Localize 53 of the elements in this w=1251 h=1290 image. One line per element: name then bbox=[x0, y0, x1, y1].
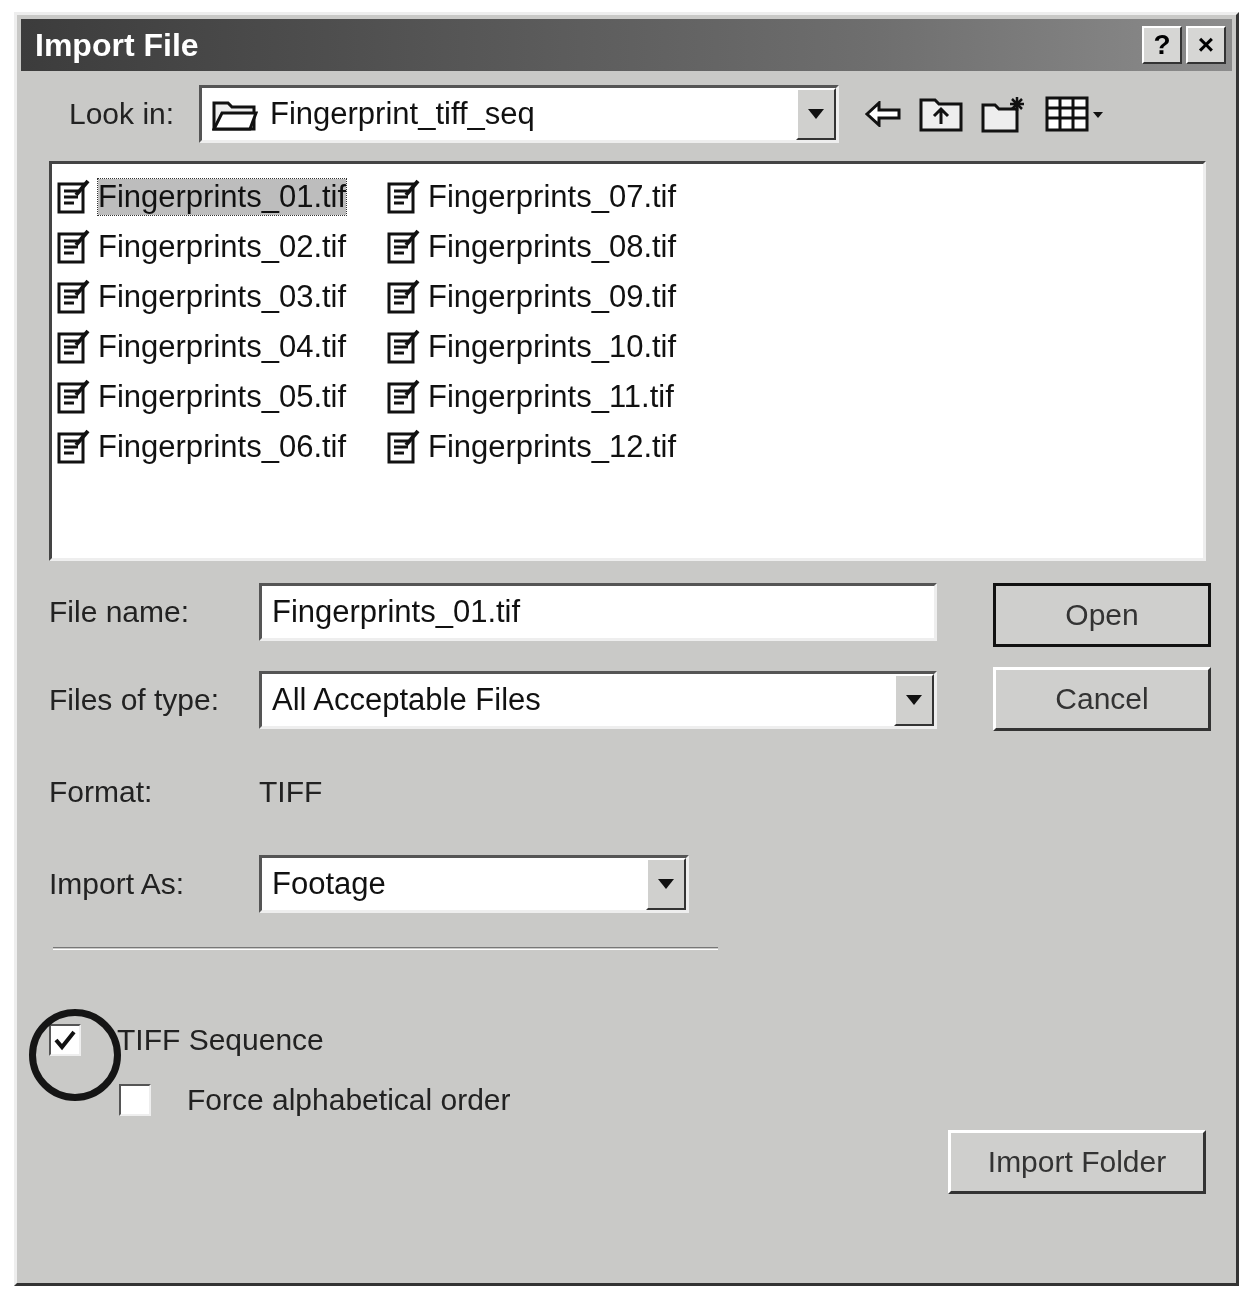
document-icon bbox=[386, 179, 420, 215]
import-folder-button[interactable]: Import Folder bbox=[948, 1130, 1206, 1194]
field-label: File name: bbox=[49, 595, 191, 629]
document-icon bbox=[386, 429, 420, 465]
field-label: Import As: bbox=[49, 867, 186, 901]
file-item[interactable]: Fingerprints_08.tif bbox=[428, 229, 677, 265]
open-button[interactable]: Open bbox=[993, 583, 1211, 647]
help-button[interactable]: ? bbox=[1142, 26, 1182, 64]
file-item[interactable]: Fingerprints_09.tif bbox=[428, 279, 677, 315]
file-item[interactable]: Fingerprints_05.tif bbox=[98, 379, 347, 415]
format-value: TIFF bbox=[259, 775, 323, 809]
document-icon bbox=[56, 279, 90, 315]
document-icon bbox=[386, 329, 420, 365]
dropdown-arrow-icon bbox=[658, 879, 674, 889]
up-folder-icon[interactable] bbox=[919, 96, 963, 132]
document-icon bbox=[56, 329, 90, 365]
field-label: Look in: bbox=[68, 97, 176, 131]
checkbox[interactable] bbox=[49, 1024, 81, 1056]
dropdown-arrow-icon bbox=[808, 109, 824, 119]
document-icon bbox=[386, 229, 420, 265]
document-icon bbox=[386, 379, 420, 415]
document-icon bbox=[56, 179, 90, 215]
dropdown-arrow-icon bbox=[906, 695, 922, 705]
new-folder-icon[interactable] bbox=[981, 95, 1027, 133]
dropdown-button[interactable] bbox=[646, 858, 686, 910]
field-label: Format: bbox=[49, 775, 154, 809]
file-item[interactable]: Fingerprints_10.tif bbox=[428, 329, 677, 365]
folder-dropdown[interactable]: Fingerprint_tiff_seq bbox=[199, 85, 839, 143]
file-item[interactable]: Fingerprints_12.tif bbox=[428, 429, 677, 465]
dropdown-button[interactable] bbox=[894, 674, 934, 726]
dropdown-button[interactable] bbox=[796, 88, 836, 140]
checkbox-label: Force alphabetical order bbox=[187, 1083, 511, 1117]
checkbox-label: TIFF Sequence bbox=[117, 1023, 324, 1057]
file-item[interactable]: Fingerprints_02.tif bbox=[98, 229, 347, 265]
cancel-button[interactable]: Cancel bbox=[993, 667, 1211, 731]
file-name-field[interactable]: Fingerprints_01.tif bbox=[259, 583, 937, 641]
close-button[interactable]: × bbox=[1186, 26, 1226, 64]
back-arrow-icon[interactable] bbox=[865, 101, 901, 127]
file-type-dropdown[interactable]: All Acceptable Files bbox=[259, 671, 937, 729]
file-item[interactable]: Fingerprints_04.tif bbox=[98, 329, 347, 365]
file-item[interactable]: Fingerprints_11.tif bbox=[428, 379, 674, 415]
file-item[interactable]: Fingerprints_03.tif bbox=[98, 279, 347, 315]
import-as-dropdown[interactable]: Footage bbox=[259, 855, 689, 913]
file-item[interactable]: Fingerprints_07.tif bbox=[428, 179, 677, 215]
document-icon bbox=[56, 429, 90, 465]
document-icon bbox=[56, 379, 90, 415]
window-title: Import File bbox=[35, 26, 199, 64]
document-icon bbox=[56, 229, 90, 265]
document-icon bbox=[386, 279, 420, 315]
field-label: Files of type: bbox=[49, 683, 221, 717]
file-item[interactable]: Fingerprints_01.tif bbox=[98, 179, 347, 215]
file-item[interactable]: Fingerprints_06.tif bbox=[98, 429, 347, 465]
checkbox[interactable] bbox=[119, 1084, 151, 1116]
